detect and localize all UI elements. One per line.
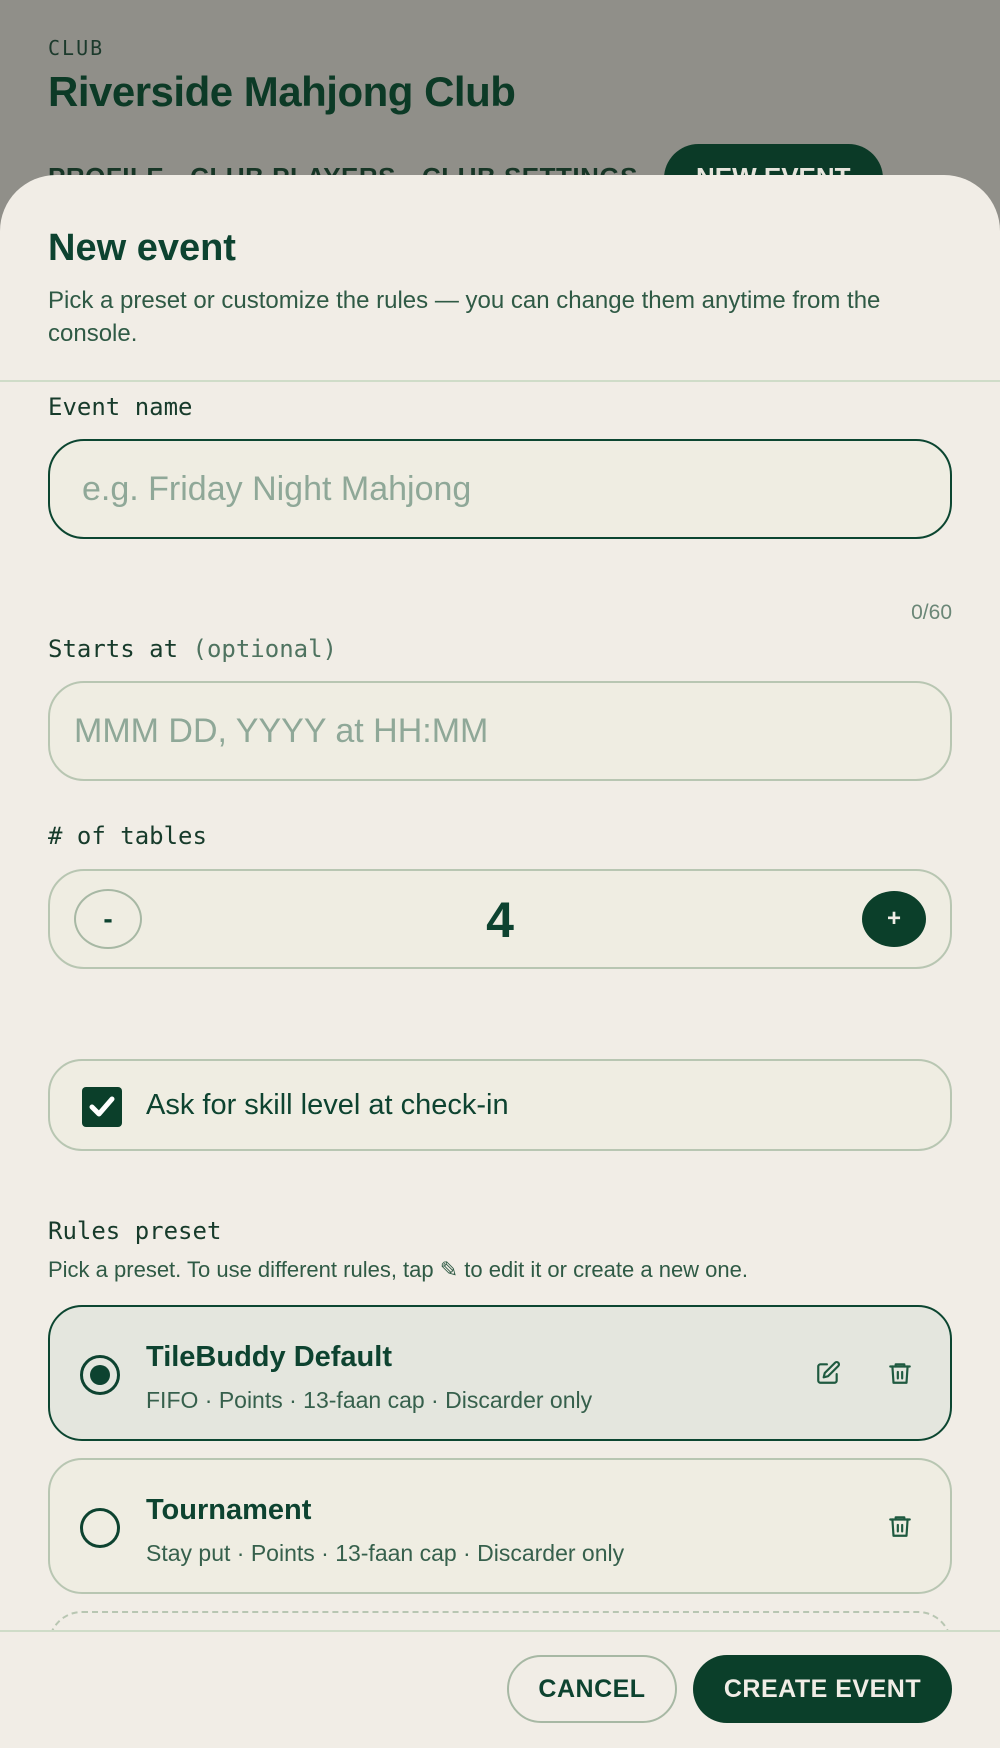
- trash-icon[interactable]: [882, 1508, 918, 1544]
- preset-desc: FIFO · Points · 13-faan cap · Discarder …: [146, 1387, 593, 1413]
- club-eyebrow: CLUB: [48, 36, 105, 60]
- skill-level-label: Ask for skill level at check-in: [146, 1089, 509, 1121]
- trash-icon[interactable]: [882, 1355, 918, 1391]
- new-event-sheet: New event Pick a preset or customize the…: [0, 175, 1000, 1748]
- sheet-footer: CANCEL CREATE EVENT: [0, 1630, 1000, 1748]
- tables-label: # of tables: [48, 822, 207, 850]
- preset-name: Tournament: [146, 1494, 312, 1526]
- preset-tilebuddy-default[interactable]: TileBuddy Default FIFO · Points · 13-faa…: [48, 1305, 952, 1441]
- tables-stepper: - 4 +: [48, 869, 952, 969]
- event-name-input[interactable]: [50, 441, 950, 537]
- club-header: CLUB Riverside Mahjong Club: [48, 36, 516, 116]
- preset-radio-unselected[interactable]: [80, 1508, 120, 1548]
- starts-at-input[interactable]: [50, 683, 950, 779]
- event-name-field[interactable]: [48, 439, 952, 539]
- preset-desc: Stay put · Points · 13-faan cap · Discar…: [146, 1540, 625, 1566]
- sheet-title: New event: [48, 227, 236, 269]
- rules-help-text: Pick a preset. To use different rules, t…: [48, 1257, 749, 1282]
- sheet-subtitle: Pick a preset or customize the rules — y…: [48, 287, 881, 347]
- starts-at-label: Starts at (optional): [48, 635, 337, 663]
- event-name-label: Event name: [48, 393, 193, 421]
- event-name-label-text: Event name: [48, 393, 193, 421]
- preset-tournament[interactable]: Tournament Stay put · Points · 13-faan c…: [48, 1458, 952, 1594]
- preset-name: TileBuddy Default: [146, 1341, 392, 1373]
- rules-preset-label: Rules preset: [48, 1217, 222, 1245]
- increment-button[interactable]: +: [862, 891, 926, 947]
- tables-value: 4: [486, 892, 514, 948]
- edit-icon[interactable]: [810, 1355, 846, 1391]
- cancel-button[interactable]: CANCEL: [507, 1655, 677, 1723]
- optional-tag: (optional): [192, 635, 338, 663]
- club-name: Riverside Mahjong Club: [48, 68, 516, 115]
- checkmark-icon: [89, 1096, 115, 1117]
- event-name-counter: 0/60: [911, 601, 952, 624]
- sheet-header: New event Pick a preset or customize the…: [0, 175, 1000, 382]
- skill-level-row[interactable]: Ask for skill level at check-in: [48, 1059, 952, 1151]
- starts-at-label-text: Starts at: [48, 635, 179, 663]
- create-event-button[interactable]: CREATE EVENT: [693, 1655, 952, 1723]
- preset-radio-selected[interactable]: [80, 1355, 120, 1395]
- starts-at-field[interactable]: [48, 681, 952, 781]
- skill-level-checkbox[interactable]: [82, 1087, 122, 1127]
